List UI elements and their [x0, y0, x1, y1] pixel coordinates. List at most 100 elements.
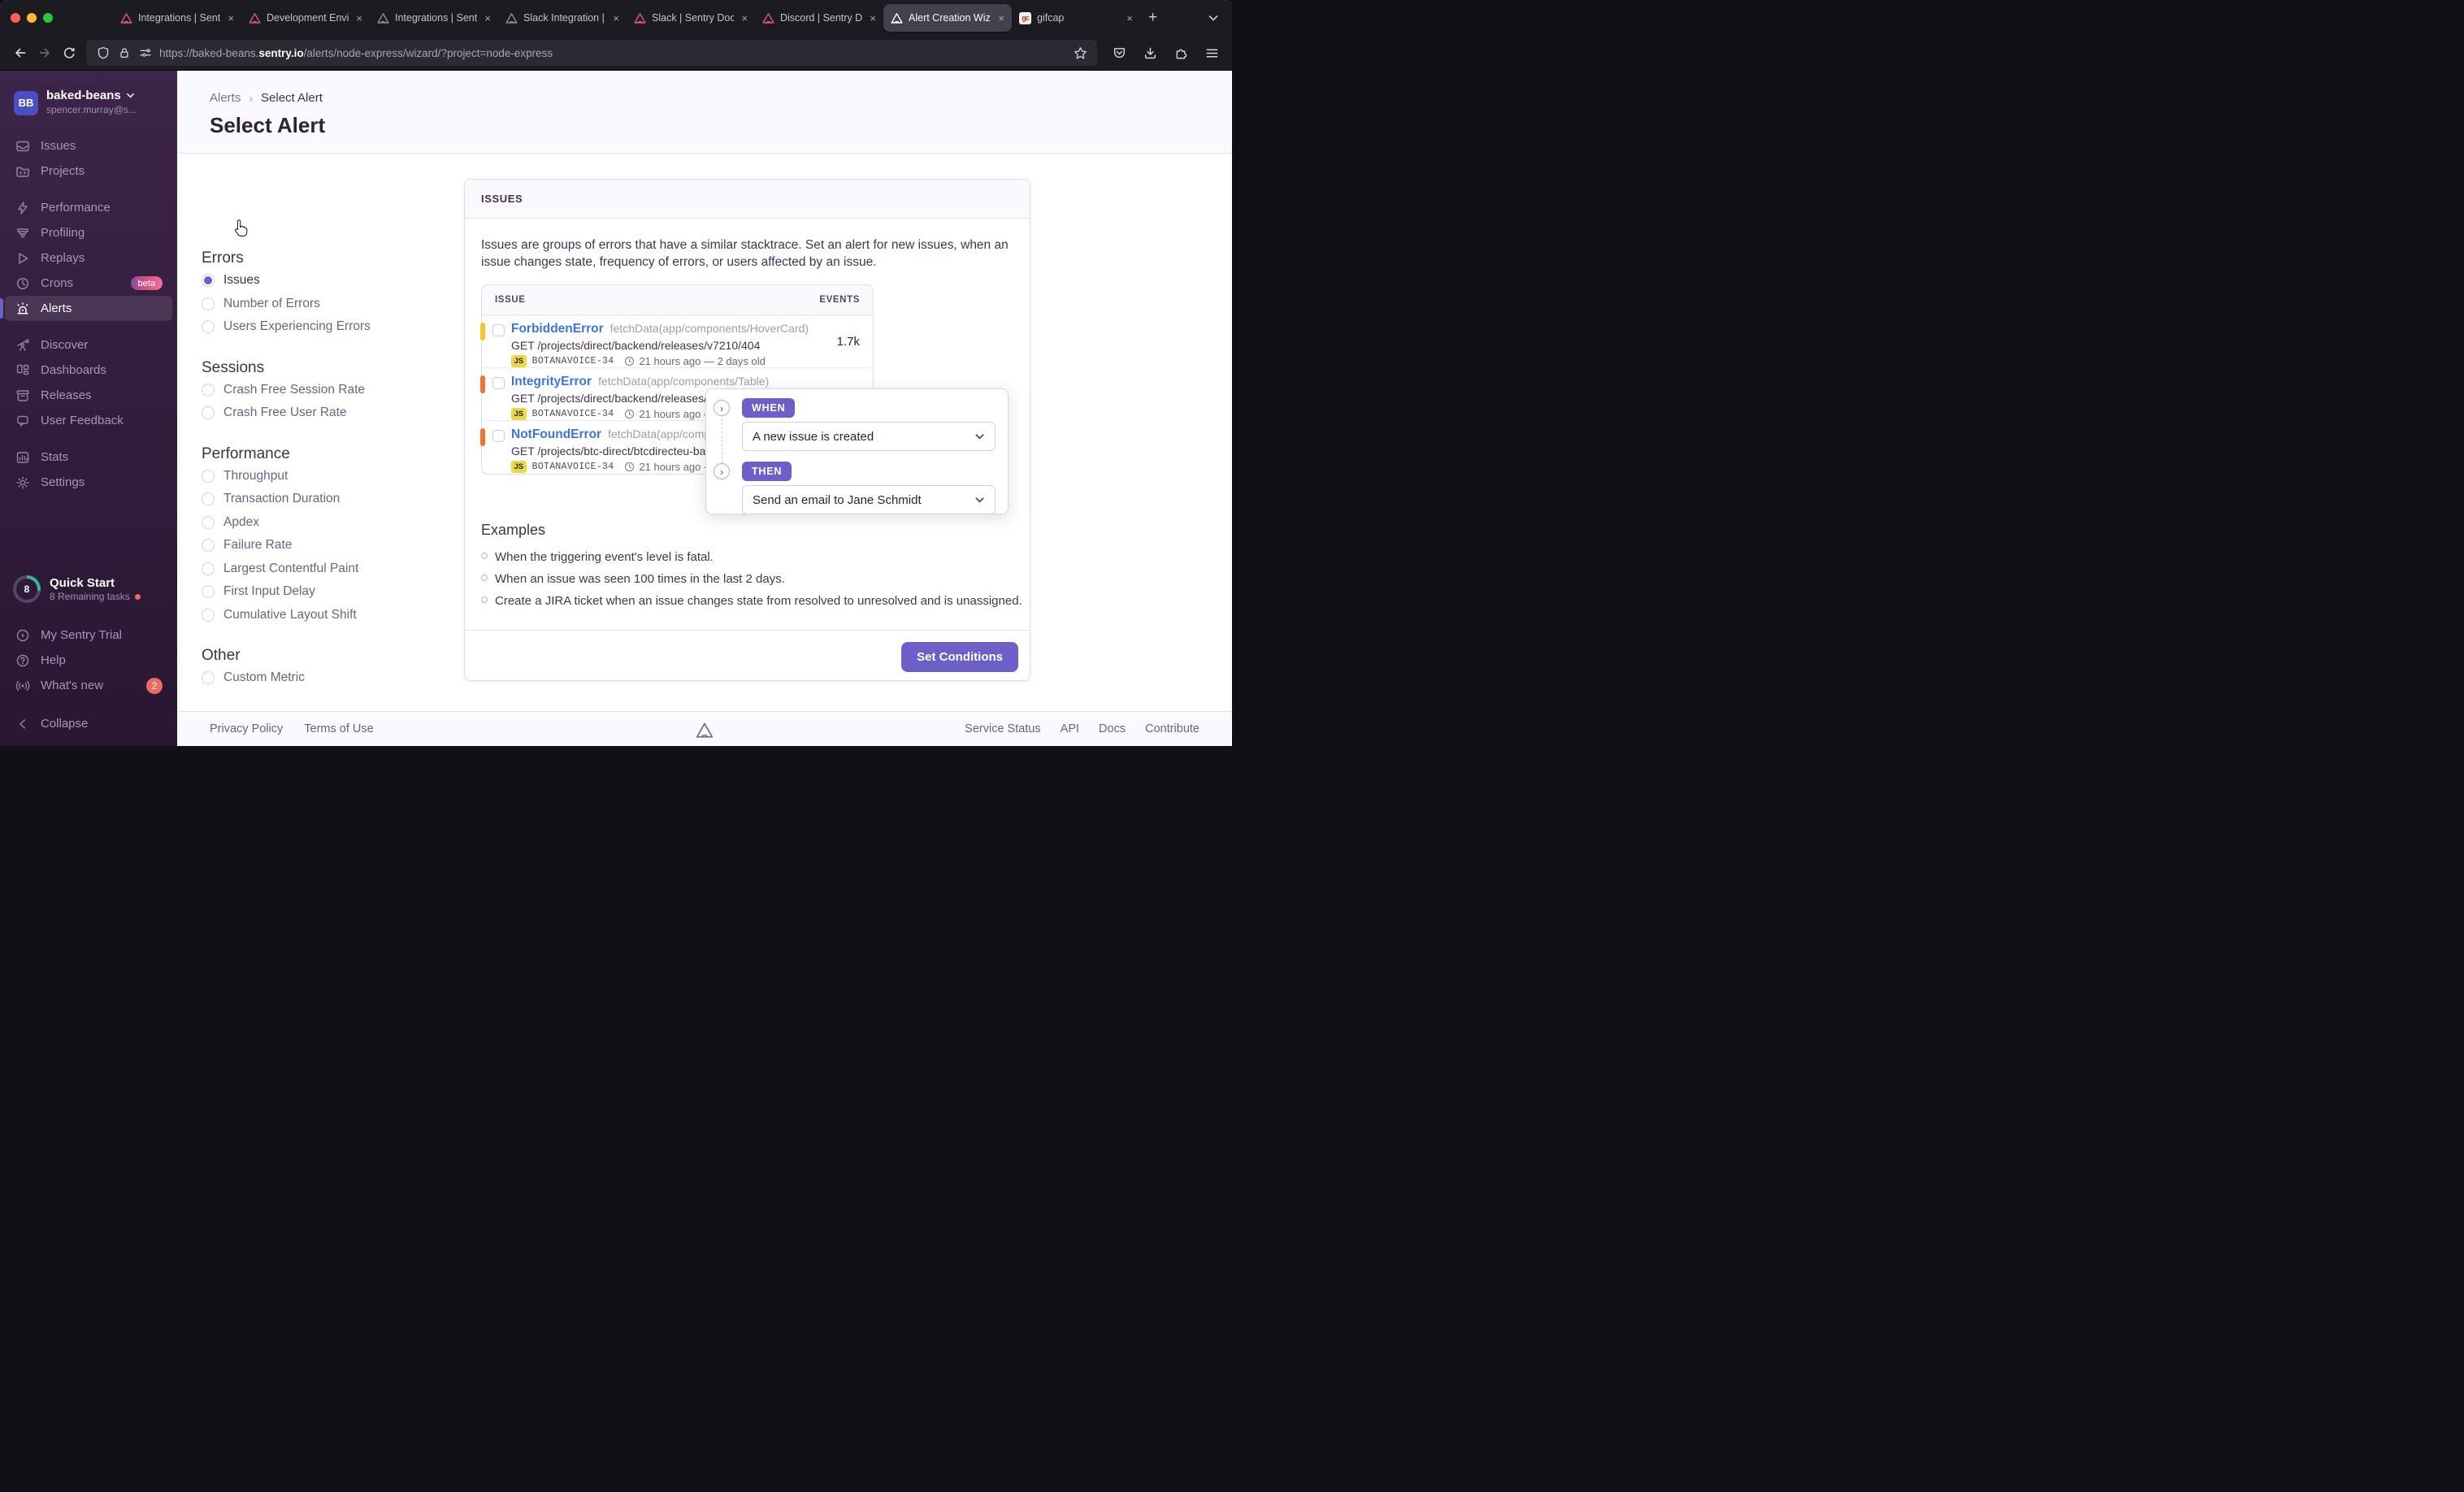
list-all-tabs-icon[interactable]	[1208, 12, 1219, 24]
table-row[interactable]: ForbiddenError fetchData(app/components/…	[480, 315, 873, 368]
radio-icon[interactable]	[202, 320, 215, 334]
url-bar[interactable]: https://baked-beans.sentry.io/alerts/nod…	[86, 40, 1097, 66]
browser-tab[interactable]: Integrations | Sentry ×	[370, 4, 498, 32]
main-content: Alerts › Select Alert Select Alert Error…	[177, 71, 1232, 746]
permissions-icon[interactable]	[135, 42, 156, 63]
sidebar-item-issues[interactable]: Issues	[5, 133, 172, 158]
sentry-favicon-icon	[634, 12, 646, 24]
url-text[interactable]: https://baked-beans.sentry.io/alerts/nod…	[159, 47, 1069, 59]
set-conditions-button[interactable]: Set Conditions	[901, 642, 1018, 672]
radio-option-largest-contentful-paint[interactable]: Largest Contentful Paint	[202, 557, 453, 581]
pocket-icon[interactable]	[1107, 41, 1131, 64]
sidebar-item-help[interactable]: Help	[5, 648, 172, 673]
tracking-protection-shield-icon[interactable]	[93, 42, 114, 63]
radio-option-first-input-delay[interactable]: First Input Delay	[202, 580, 453, 604]
radio-icon[interactable]	[202, 562, 215, 575]
radio-icon[interactable]	[202, 406, 215, 420]
window-zoom-button[interactable]	[43, 13, 53, 23]
radio-icon[interactable]	[202, 469, 215, 483]
issue-link[interactable]: NotFoundError	[511, 427, 601, 442]
then-select[interactable]: Send an email to Jane Schmidt	[742, 485, 996, 514]
issue-link[interactable]: IntegrityError	[511, 375, 592, 389]
radio-option-throughput[interactable]: Throughput	[202, 465, 453, 488]
footer-terms-link[interactable]: Terms of Use	[304, 722, 373, 735]
sidebar-nav-admin: Stats Settings	[0, 445, 177, 495]
sidebar-item-projects[interactable]: Projects	[5, 158, 172, 184]
tab-close-icon[interactable]: ×	[611, 12, 621, 24]
radio-option-crash-free-session-rate[interactable]: Crash Free Session Rate	[202, 379, 453, 402]
breadcrumb-alerts-link[interactable]: Alerts	[210, 91, 241, 105]
radio-option-issues[interactable]: Issues	[202, 269, 453, 293]
sidebar-collapse-button[interactable]: Collapse	[5, 711, 172, 736]
browser-tab[interactable]: Integrations | Sentry ×	[113, 4, 241, 32]
when-select[interactable]: A new issue is created	[742, 422, 996, 451]
radio-option-crash-free-user-rate[interactable]: Crash Free User Rate	[202, 401, 453, 425]
lock-icon[interactable]	[114, 42, 135, 63]
tab-close-icon[interactable]: ×	[226, 12, 236, 24]
extensions-puzzle-icon[interactable]	[1169, 41, 1193, 64]
radio-icon[interactable]	[202, 383, 215, 397]
tab-close-icon[interactable]: ×	[354, 12, 364, 24]
radio-icon[interactable]	[202, 492, 215, 506]
tab-close-icon[interactable]: ×	[996, 12, 1006, 24]
tab-close-icon[interactable]: ×	[740, 12, 749, 24]
sidebar-item-my-sentry-trial[interactable]: My Sentry Trial	[5, 622, 172, 648]
browser-tab[interactable]: Slack | Sentry Docu ×	[627, 4, 755, 32]
when-badge: WHEN	[742, 398, 796, 418]
radio-option-custom-metric[interactable]: Custom Metric	[202, 666, 453, 690]
reload-icon[interactable]	[57, 41, 81, 64]
browser-tab[interactable]: Slack Integration | S ×	[498, 4, 627, 32]
radio-icon[interactable]	[202, 671, 215, 685]
forward-icon[interactable]	[33, 41, 57, 64]
row-checkbox[interactable]	[492, 377, 505, 389]
footer-privacy-link[interactable]: Privacy Policy	[210, 722, 283, 735]
footer-contribute-link[interactable]: Contribute	[1145, 722, 1199, 735]
sidebar-item-discover[interactable]: Discover	[5, 332, 172, 358]
sidebar-item-performance[interactable]: Performance	[5, 195, 172, 220]
radio-icon[interactable]	[202, 515, 215, 529]
radio-icon[interactable]	[202, 608, 215, 622]
radio-option-failure-rate[interactable]: Failure Rate	[202, 534, 453, 557]
radio-option-users-experiencing-errors[interactable]: Users Experiencing Errors	[202, 315, 453, 339]
radio-selected-icon[interactable]	[202, 274, 215, 288]
sidebar-item-releases[interactable]: Releases	[5, 383, 172, 408]
tab-close-icon[interactable]: ×	[483, 12, 492, 24]
sidebar-item-profiling[interactable]: Profiling	[5, 220, 172, 245]
sidebar-item-user-feedback[interactable]: User Feedback	[5, 408, 172, 433]
footer-docs-link[interactable]: Docs	[1099, 722, 1126, 735]
sidebar-item-crons[interactable]: Crons beta	[5, 271, 172, 296]
browser-tab[interactable]: Discord | Sentry Do ×	[755, 4, 883, 32]
browser-tab[interactable]: gc gifcap ×	[1012, 4, 1140, 32]
tab-close-icon[interactable]: ×	[1125, 12, 1134, 24]
downloads-icon[interactable]	[1138, 41, 1162, 64]
browser-tab[interactable]: Development Enviro ×	[241, 4, 370, 32]
sidebar-item-settings[interactable]: Settings	[5, 470, 172, 495]
menu-hamburger-icon[interactable]	[1199, 41, 1224, 64]
org-switcher[interactable]: BB baked-beans spencer.murray@s...	[14, 89, 166, 117]
new-tab-button[interactable]: +	[1140, 7, 1165, 28]
row-checkbox[interactable]	[492, 430, 505, 442]
sidebar-item-whats-new[interactable]: What's new 2	[5, 673, 172, 698]
footer-service-status-link[interactable]: Service Status	[965, 722, 1041, 735]
back-icon[interactable]	[8, 41, 33, 64]
browser-tab-active[interactable]: Alert Creation Wizar ×	[883, 4, 1012, 32]
radio-option-number-of-errors[interactable]: Number of Errors	[202, 293, 453, 316]
radio-option-transaction-duration[interactable]: Transaction Duration	[202, 488, 453, 511]
footer-api-link[interactable]: API	[1061, 722, 1079, 735]
sidebar-item-alerts[interactable]: Alerts	[0, 296, 172, 321]
tab-close-icon[interactable]: ×	[868, 12, 878, 24]
issue-link[interactable]: ForbiddenError	[511, 322, 604, 336]
row-checkbox[interactable]	[492, 324, 505, 336]
radio-option-apdex[interactable]: Apdex	[202, 511, 453, 535]
bookmark-star-icon[interactable]	[1069, 42, 1091, 63]
window-minimize-button[interactable]	[27, 13, 37, 23]
sidebar-item-stats[interactable]: Stats	[5, 445, 172, 470]
sidebar-item-dashboards[interactable]: Dashboards	[5, 358, 172, 383]
window-close-button[interactable]	[11, 13, 20, 23]
sidebar-item-replays[interactable]: Replays	[5, 245, 172, 271]
radio-icon[interactable]	[202, 297, 215, 310]
quick-start[interactable]: 8 Quick Start 8 Remaining tasks	[13, 575, 166, 603]
radio-option-cumulative-layout-shift[interactable]: Cumulative Layout Shift	[202, 604, 453, 627]
radio-icon[interactable]	[202, 585, 215, 599]
radio-icon[interactable]	[202, 539, 215, 553]
